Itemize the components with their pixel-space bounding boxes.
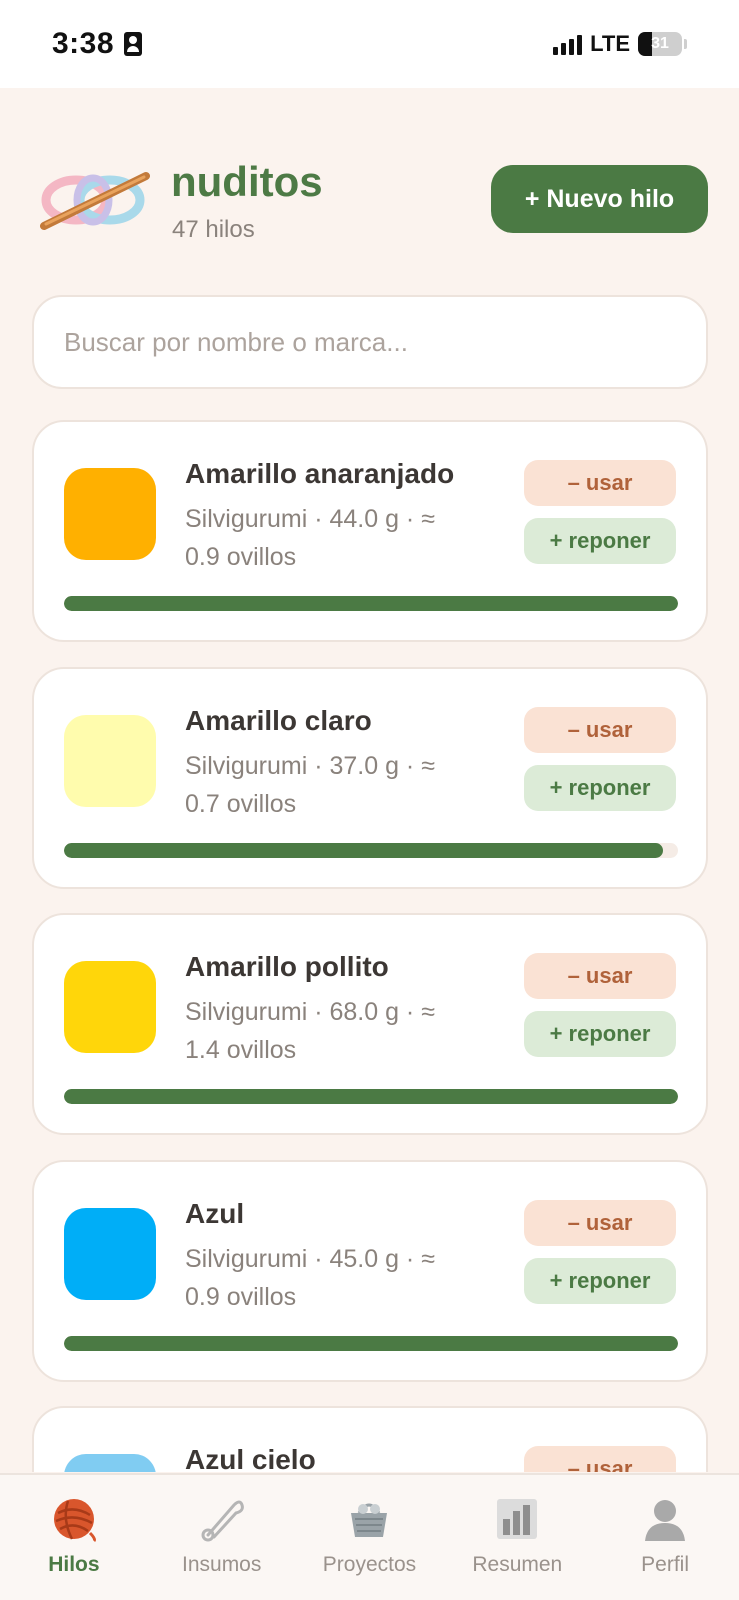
yarn-name: Amarillo claro — [185, 705, 372, 736]
battery-tip — [684, 39, 687, 49]
tab-label: Proyectos — [322, 1553, 417, 1576]
stock-progress-bar — [64, 1336, 678, 1351]
stock-progress-fill — [64, 1089, 678, 1104]
stock-progress-fill — [64, 596, 678, 611]
person-icon — [124, 32, 143, 56]
status-bar: 3:38 LTE 31 — [0, 0, 739, 88]
yarn-name: Amarillo anaranjado — [185, 458, 455, 489]
tab-proyectos[interactable]: Proyectos — [296, 1475, 444, 1600]
use-yarn-button[interactable]: – usar — [524, 1200, 676, 1246]
tab-label: Resumen — [472, 1553, 563, 1576]
status-left: 3:38 — [52, 27, 143, 61]
status-right: LTE 31 — [553, 31, 687, 57]
stock-progress-bar — [64, 843, 678, 858]
app-header: nuditos 47 hilos + Nuevo hilo — [32, 150, 708, 250]
yarn-details: Silvigurumi · 68.0 g · ≈ 1.4 ovillos — [185, 998, 435, 1064]
network-type: LTE — [590, 31, 630, 56]
new-yarn-button[interactable]: + Nuevo hilo — [491, 165, 708, 233]
use-yarn-button[interactable]: – usar — [524, 707, 676, 753]
yarn-name: Azul — [185, 1198, 245, 1229]
bottom-tab-bar: Hilos Insumos Proyectos Resumen Perfil — [0, 1473, 739, 1600]
use-yarn-button[interactable]: – usar — [524, 1446, 676, 1472]
restock-yarn-button[interactable]: + reponer — [524, 1011, 676, 1057]
yarn-details: Silvigurumi · 45.0 g · ≈ 0.9 ovillos — [185, 1245, 435, 1311]
yarn-card[interactable]: Azul Silvigurumi · 45.0 g · ≈ 0.9 ovillo… — [32, 1160, 708, 1382]
app-title: nuditos — [171, 158, 323, 205]
battery-level: 31 — [651, 35, 669, 52]
stock-progress-fill — [64, 1336, 678, 1351]
yarn-details: Silvigurumi · 37.0 g · ≈ 0.7 ovillos — [185, 752, 435, 818]
stock-progress-bar — [64, 596, 678, 611]
bar-chart-icon — [497, 1499, 538, 1539]
tab-label: Hilos — [48, 1553, 100, 1576]
tab-resumen[interactable]: Resumen — [443, 1475, 591, 1600]
yarn-knot-logo-icon — [40, 172, 150, 230]
yarn-name: Azul cielo — [185, 1444, 316, 1472]
battery-icon: 31 — [638, 32, 682, 56]
restock-yarn-button[interactable]: + reponer — [524, 518, 676, 564]
status-time: 3:38 — [52, 27, 115, 60]
tab-label: Insumos — [182, 1553, 262, 1576]
yarn-card[interactable]: Amarillo claro Silvigurumi · 37.0 g · ≈ … — [32, 667, 708, 889]
yarn-card[interactable]: Azul cielo – usar — [32, 1406, 708, 1472]
yarn-name: Amarillo pollito — [185, 951, 389, 982]
yarn-details: Silvigurumi · 44.0 g · ≈ 0.9 ovillos — [185, 505, 435, 571]
tab-insumos[interactable]: Insumos — [148, 1475, 296, 1600]
yarn-list: Amarillo anaranjado Silvigurumi · 44.0 g… — [32, 420, 708, 1472]
user-icon — [645, 1500, 686, 1541]
signal-icon — [553, 33, 583, 55]
yarn-card[interactable]: Amarillo pollito Silvigurumi · 68.0 g · … — [32, 913, 708, 1135]
stock-progress-fill — [64, 843, 663, 858]
use-yarn-button[interactable]: – usar — [524, 460, 676, 506]
yarn-color-swatch — [64, 1454, 156, 1472]
tab-hilos[interactable]: Hilos — [0, 1475, 148, 1600]
restock-yarn-button[interactable]: + reponer — [524, 1258, 676, 1304]
stock-progress-bar — [64, 1089, 678, 1104]
yarn-count: 47 hilos — [172, 216, 255, 243]
yarn-color-swatch — [64, 961, 156, 1053]
use-yarn-button[interactable]: – usar — [524, 953, 676, 999]
restock-yarn-button[interactable]: + reponer — [524, 765, 676, 811]
safety-pin-icon — [201, 1500, 244, 1542]
yarn-ball-icon — [53, 1499, 96, 1543]
yarn-color-swatch — [64, 715, 156, 807]
yarn-card[interactable]: Amarillo anaranjado Silvigurumi · 44.0 g… — [32, 420, 708, 642]
yarn-color-swatch — [64, 1208, 156, 1300]
yarn-color-swatch — [64, 468, 156, 560]
search-input[interactable] — [32, 295, 708, 389]
tab-perfil[interactable]: Perfil — [591, 1475, 739, 1600]
tab-label: Perfil — [641, 1553, 690, 1576]
basket-icon — [351, 1503, 388, 1537]
